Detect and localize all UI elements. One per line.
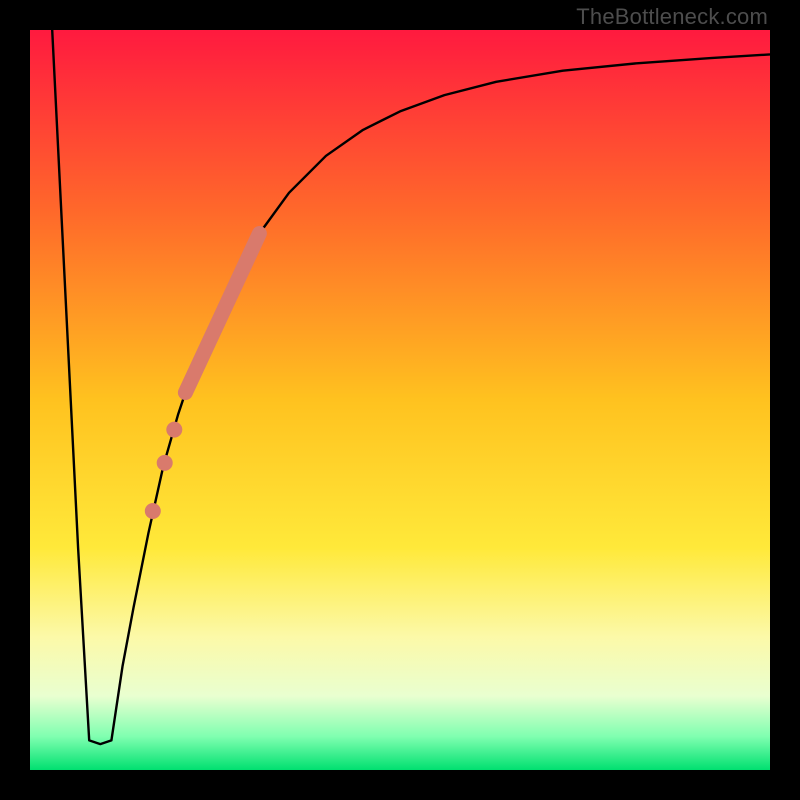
highlight-dot [166,422,182,438]
chart-frame: TheBottleneck.com [0,0,800,800]
highlight-dot [157,455,173,471]
chart-svg [30,30,770,770]
plot-area [30,30,770,770]
watermark-text: TheBottleneck.com [576,4,768,30]
gradient-background [30,30,770,770]
highlight-dot [145,503,161,519]
